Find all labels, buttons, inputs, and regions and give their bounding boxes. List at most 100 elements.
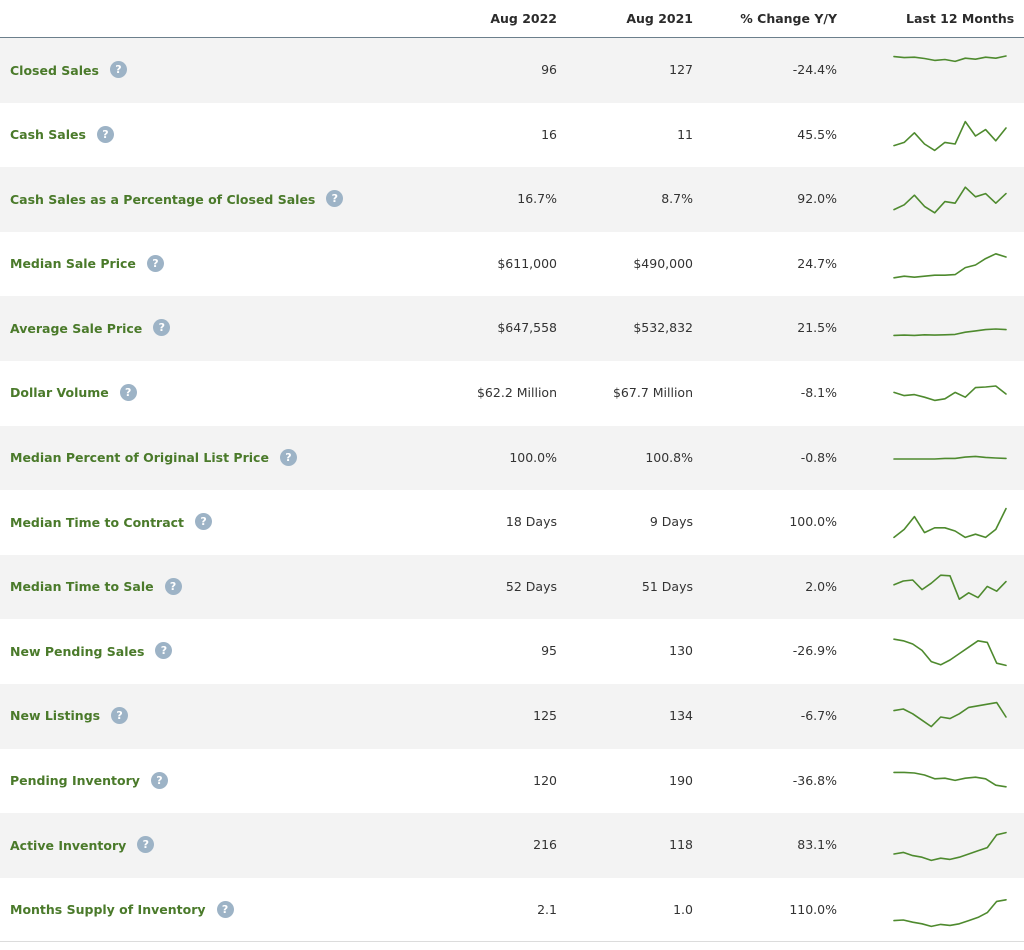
value-percent-change: -8.1%: [800, 384, 837, 400]
metric-name: Active Inventory: [10, 837, 127, 853]
value-aug-2022: 120: [533, 772, 557, 788]
help-icon[interactable]: ?: [96, 125, 114, 143]
value-aug-2021: 9 Days: [649, 514, 693, 530]
value-aug-2021: 8.7%: [661, 191, 693, 207]
metric-label: Closed Sales?: [10, 61, 127, 78]
trend-sparkline: [893, 574, 1007, 600]
header-aug-2022: Aug 2022: [490, 11, 557, 26]
metric-name: Median Time to Sale: [10, 579, 154, 595]
value-percent-change: 45.5%: [797, 126, 837, 142]
trend-sparkline: [893, 55, 1007, 63]
value-aug-2022: 52 Days: [505, 578, 557, 594]
metric-label: Median Sale Price?: [10, 254, 164, 272]
table-row: Cash Sales as a Percentage of Closed Sal…: [0, 167, 1024, 232]
metric-name: Median Time to Contract: [10, 514, 185, 530]
trend-sparkline: [893, 831, 1007, 862]
metric-label: Median Time to Contract?: [10, 513, 213, 531]
trend-sparkline: [893, 507, 1007, 539]
metric-label: Dollar Volume?: [10, 383, 137, 401]
help-icon[interactable]: ?: [326, 190, 344, 208]
table-row: Cash Sales? 16 11 45.5%: [0, 102, 1024, 168]
metric-label: Average Sale Price?: [10, 319, 171, 337]
metric-name: Average Sale Price: [10, 320, 143, 336]
metric-name: New Listings: [10, 708, 101, 724]
help-icon[interactable]: ?: [279, 448, 297, 466]
sparkline-path: [893, 638, 1007, 667]
sparkline-path: [893, 328, 1007, 337]
trend-sparkline: [893, 771, 1007, 788]
sparkline-path: [893, 120, 1007, 151]
help-icon[interactable]: ?: [195, 513, 213, 531]
help-icon[interactable]: ?: [164, 577, 182, 595]
value-aug-2022: $62.2 Million: [476, 384, 557, 400]
table-row: Closed Sales? 96 127 -24.4%: [0, 38, 1024, 103]
value-aug-2021: 127: [669, 62, 693, 77]
value-aug-2021: 134: [669, 707, 693, 723]
sparkline-path: [893, 385, 1007, 402]
table-row: Months Supply of Inventory? 2.1 1.0 110.0%: [0, 877, 1024, 943]
market-stats-table: Aug 2022 Aug 2021 % Change Y/Y Last 12 M…: [0, 0, 1024, 950]
header-percent-change: % Change Y/Y: [740, 11, 837, 26]
value-aug-2022: 16.7%: [517, 191, 557, 207]
value-aug-2022: $647,558: [497, 320, 557, 336]
metric-label: Median Time to Sale?: [10, 577, 182, 595]
metric-name: Median Sale Price: [10, 256, 136, 272]
metric-label: Cash Sales?: [10, 125, 114, 143]
value-aug-2021: $67.7 Million: [612, 384, 693, 400]
metric-name: Cash Sales: [10, 127, 86, 143]
value-percent-change: -26.9%: [792, 643, 837, 659]
value-aug-2021: 11: [677, 126, 693, 142]
trend-sparkline: [893, 252, 1007, 279]
trend-sparkline: [893, 638, 1007, 667]
metric-name: Closed Sales: [10, 62, 99, 78]
value-aug-2022: $611,000: [497, 255, 557, 271]
value-aug-2022: 16: [541, 126, 557, 142]
sparkline-path: [893, 507, 1007, 539]
help-icon[interactable]: ?: [146, 254, 164, 272]
table-row: Pending Inventory? 120 190 -36.8%: [0, 748, 1024, 814]
value-percent-change: -6.7%: [800, 707, 837, 723]
table-header: Aug 2022 Aug 2021 % Change Y/Y Last 12 M…: [0, 0, 1024, 38]
value-aug-2022: 2.1: [537, 901, 557, 917]
metric-name: Dollar Volume: [10, 385, 109, 401]
table-row: Median Sale Price? $611,000 $490,000 24.7%: [0, 231, 1024, 297]
value-percent-change: 21.5%: [797, 320, 837, 336]
value-percent-change: 83.1%: [797, 837, 837, 853]
sparkline-path: [893, 252, 1007, 279]
header-last-12-months: Last 12 Months: [906, 11, 1015, 26]
value-percent-change: 100.0%: [789, 514, 837, 530]
trend-sparkline: [893, 328, 1007, 337]
metric-label: Active Inventory?: [10, 836, 155, 854]
help-icon[interactable]: ?: [109, 61, 127, 78]
sparkline-path: [893, 771, 1007, 788]
value-aug-2022: 18 Days: [505, 514, 557, 530]
trend-sparkline: [893, 385, 1007, 402]
table-body: Closed Sales? 96 127 -24.4% Cash Sales? 16 11 4…: [0, 38, 1024, 943]
help-icon[interactable]: ?: [216, 900, 234, 918]
help-icon[interactable]: ?: [153, 319, 171, 337]
sparkline-path: [893, 574, 1007, 600]
value-aug-2021: 100.8%: [645, 449, 693, 465]
table-row: Average Sale Price? $647,558 $532,832 21.5%: [0, 296, 1024, 361]
help-icon[interactable]: ?: [155, 642, 173, 660]
value-aug-2022: 95: [541, 643, 557, 659]
metric-name: Months Supply of Inventory: [10, 902, 206, 918]
metric-name: Cash Sales as a Percentage of Closed Sal…: [10, 191, 316, 207]
metric-name: New Pending Sales: [10, 643, 145, 659]
sparkline-path: [893, 831, 1007, 862]
value-aug-2022: 96: [541, 62, 557, 77]
sparkline-path: [893, 455, 1007, 460]
metric-label: Pending Inventory?: [10, 771, 168, 789]
help-icon[interactable]: ?: [111, 706, 129, 724]
help-icon[interactable]: ?: [119, 383, 137, 401]
help-icon[interactable]: ?: [137, 836, 155, 854]
value-aug-2022: 216: [533, 837, 557, 853]
table-row: Median Time to Contract? 18 Days 9 Days 100…: [0, 490, 1024, 555]
sparkline-path: [893, 898, 1007, 927]
table-row: New Pending Sales? 95 130 -26.9%: [0, 619, 1024, 684]
metric-label: Median Percent of Original List Price?: [10, 448, 297, 466]
value-aug-2022: 100.0%: [509, 449, 557, 465]
help-icon[interactable]: ?: [150, 771, 168, 789]
sparkline-path: [893, 186, 1007, 214]
value-percent-change: 24.7%: [797, 255, 837, 271]
